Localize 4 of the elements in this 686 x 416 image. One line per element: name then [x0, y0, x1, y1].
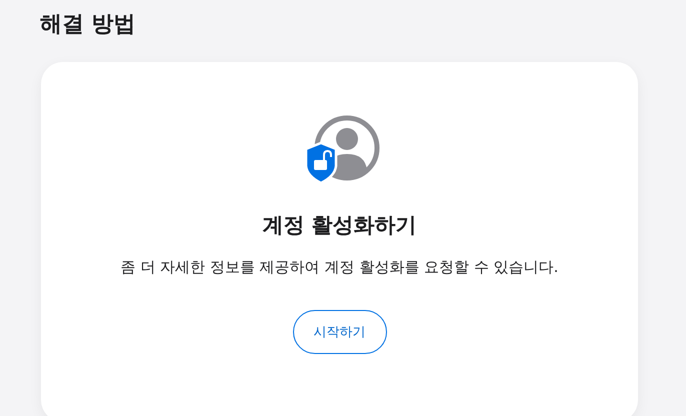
start-button[interactable]: 시작하기	[292, 310, 386, 354]
card-description: 좀 더 자세한 정보를 제공하여 계정 활성화를 요청할 수 있습니다.	[120, 257, 558, 278]
card-title: 계정 활성화하기	[262, 212, 417, 239]
section-heading: 해결 방법	[40, 11, 137, 39]
